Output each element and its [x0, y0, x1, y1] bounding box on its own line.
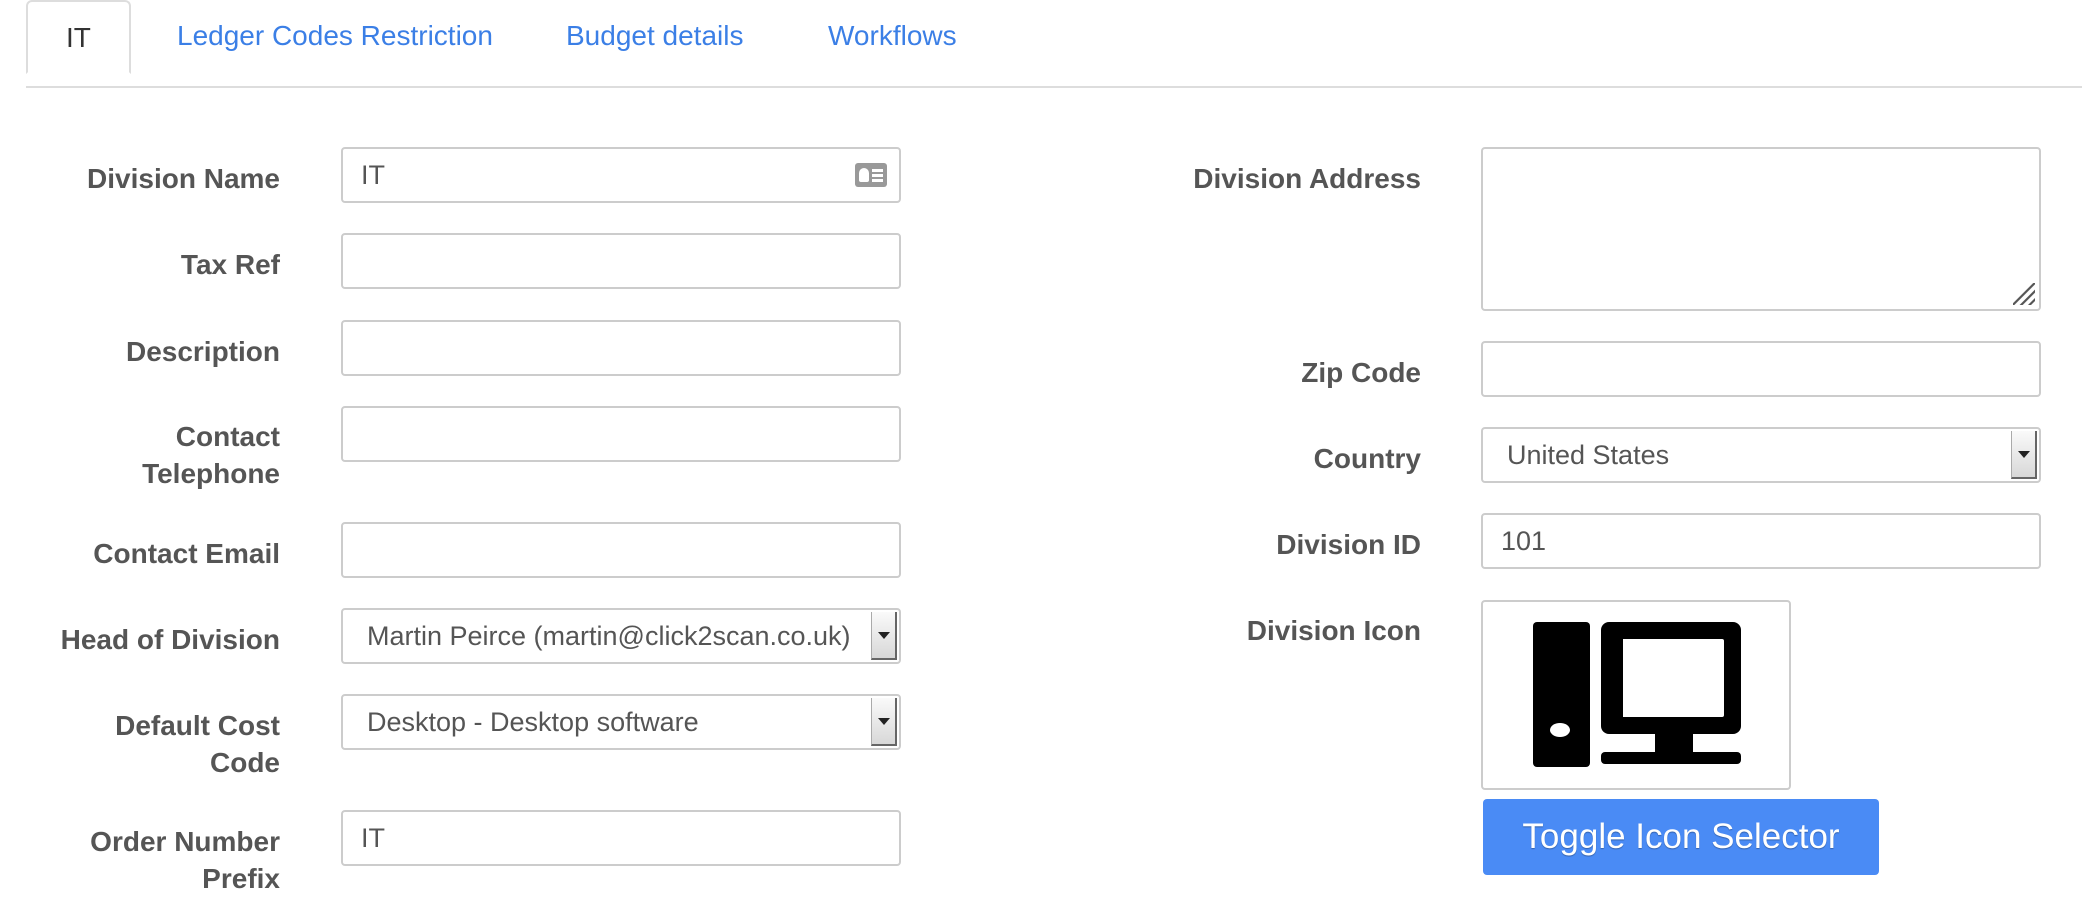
division-address-label: Division Address: [1193, 163, 1421, 194]
contact-telephone-label: Contact Telephone: [142, 421, 280, 489]
division-icon-preview[interactable]: [1481, 600, 1791, 790]
default-cost-code-select[interactable]: Desktop - Desktop software: [341, 694, 901, 750]
tab-it[interactable]: IT: [26, 0, 131, 74]
tax-ref-input[interactable]: [341, 233, 901, 289]
division-address-textarea[interactable]: [1481, 147, 2041, 311]
description-label: Description: [125, 336, 280, 367]
tab-ledger-codes-restriction[interactable]: Ledger Codes Restriction: [177, 0, 493, 72]
division-name-value: IT: [361, 160, 385, 190]
resize-handle-icon[interactable]: [2013, 283, 2035, 305]
description-input[interactable]: [341, 320, 901, 376]
default-cost-code-label: Default Cost Code: [115, 710, 280, 778]
tab-workflows[interactable]: Workflows: [828, 0, 957, 72]
contact-card-icon[interactable]: [855, 163, 887, 187]
default-cost-code-value: Desktop - Desktop software: [367, 707, 699, 737]
division-name-input[interactable]: IT: [341, 147, 901, 203]
contact-email-input[interactable]: [341, 522, 901, 578]
tabs-divider: [26, 86, 2082, 88]
chevron-down-icon[interactable]: [2011, 431, 2037, 479]
desktop-computer-icon: [1533, 622, 1741, 767]
head-of-division-select[interactable]: Martin Peirce (martin@click2scan.co.uk): [341, 608, 901, 664]
contact-email-label: Contact Email: [93, 538, 280, 569]
zip-code-label: Zip Code: [1301, 357, 1421, 388]
division-id-label: Division ID: [1276, 529, 1421, 560]
country-value: United States: [1507, 440, 1670, 470]
division-id-input[interactable]: 101: [1481, 513, 2041, 569]
country-select[interactable]: United States: [1481, 427, 2041, 483]
chevron-down-icon[interactable]: [871, 698, 897, 746]
contact-telephone-input[interactable]: [341, 406, 901, 462]
tax-ref-label: Tax Ref: [180, 249, 280, 280]
head-of-division-label: Head of Division: [60, 624, 280, 655]
chevron-down-icon[interactable]: [871, 612, 897, 660]
order-number-prefix-input[interactable]: IT: [341, 810, 901, 866]
order-number-prefix-label: Order Number Prefix: [90, 826, 280, 894]
division-name-label: Division Name: [87, 163, 280, 194]
zip-code-input[interactable]: [1481, 341, 2041, 397]
head-of-division-value: Martin Peirce (martin@click2scan.co.uk): [367, 621, 851, 651]
toggle-icon-selector-button[interactable]: Toggle Icon Selector: [1483, 799, 1879, 875]
tab-budget-details[interactable]: Budget details: [566, 0, 743, 72]
division-icon-label: Division Icon: [1246, 615, 1421, 646]
country-label: Country: [1313, 443, 1421, 474]
